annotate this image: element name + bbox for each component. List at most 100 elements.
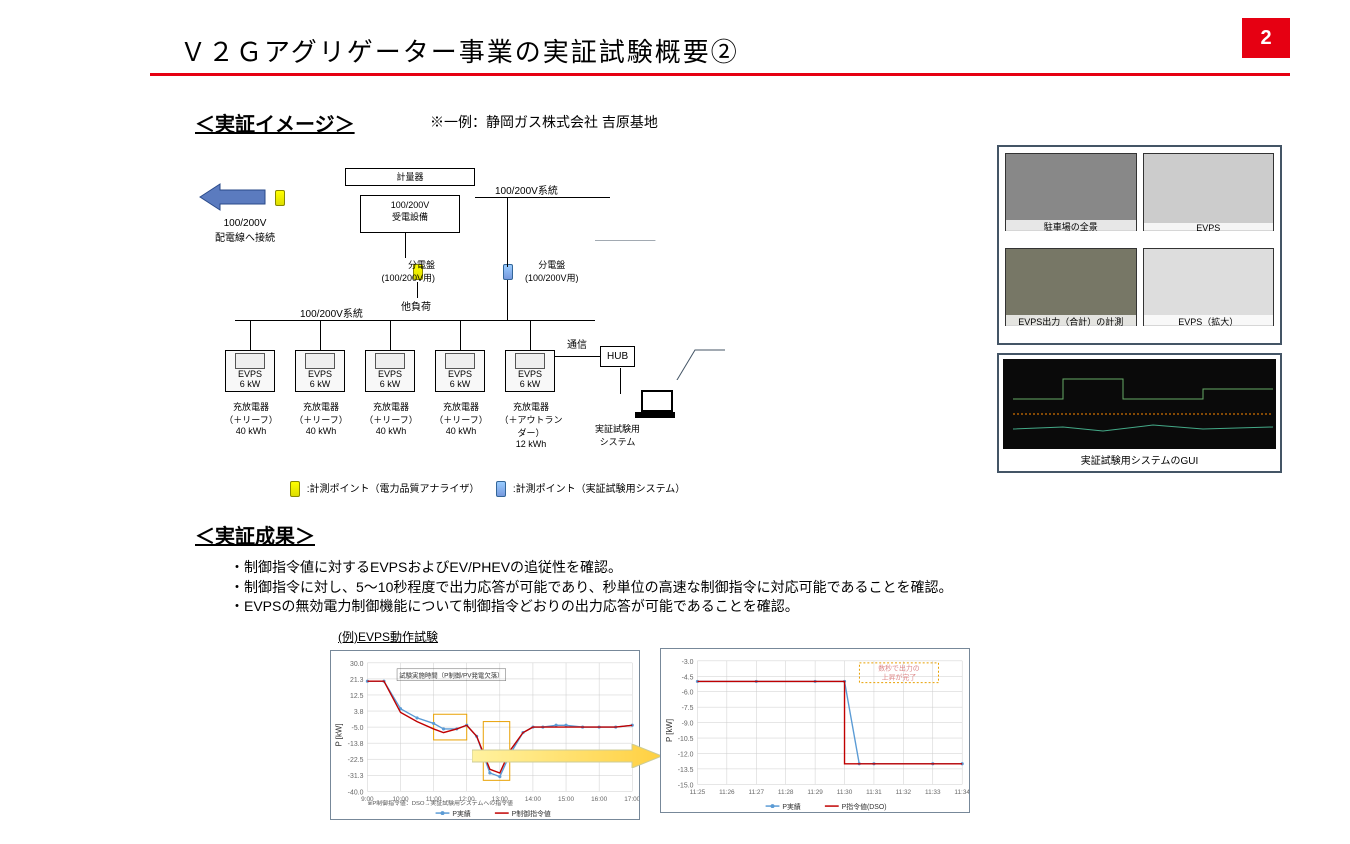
- svg-text:P実績: P実績: [452, 809, 471, 818]
- legend-yellow-text: :計測ポイント（電力品質アナライザ）: [307, 484, 480, 495]
- svg-text:P実績: P実績: [782, 802, 801, 811]
- svg-text:11:28: 11:28: [778, 789, 794, 796]
- svg-text:-12.0: -12.0: [678, 751, 694, 758]
- svg-text:11:31: 11:31: [866, 789, 882, 796]
- legend-blue-text: :計測ポイント（実証試験用システム）: [513, 484, 685, 495]
- evps-title: EVPS: [508, 369, 552, 379]
- svg-text:-31.3: -31.3: [348, 773, 364, 780]
- svg-text:P指令値(DSO): P指令値(DSO): [842, 802, 887, 811]
- gui-panel: 実証試験用システムのGUI: [997, 353, 1282, 473]
- charger-label-3: 充放電器（＋リーフ）40 kWh: [359, 400, 423, 436]
- meter-box: 計量器: [345, 168, 475, 186]
- evps-unit-2: EVPS 6 kW: [295, 350, 345, 392]
- svg-text:-13.5: -13.5: [678, 767, 694, 774]
- svg-text:P制御指令値: P制御指令値: [512, 809, 551, 818]
- evps-title: EVPS: [298, 369, 342, 379]
- svg-text:11:29: 11:29: [807, 789, 823, 796]
- bullet-item: ・EVPSの無効電力制御機能について制御指令どおりの出力応答が可能であることを確…: [230, 597, 953, 617]
- line1-label: 100/200V系統: [495, 182, 558, 197]
- svg-text:P [kW]: P [kW]: [335, 723, 344, 746]
- svg-text:14:00: 14:00: [525, 796, 541, 803]
- svg-text:15:00: 15:00: [558, 796, 574, 803]
- svg-text:11:25: 11:25: [690, 789, 706, 796]
- dist1-label: 分電盤 (100/200V用): [355, 258, 435, 284]
- system-diagram: 100/200V 配電線へ接続 計量器 100/200V 受電設備 100/20…: [195, 150, 975, 510]
- svg-text:11:30: 11:30: [837, 789, 853, 796]
- svg-text:11:32: 11:32: [896, 789, 912, 796]
- photo-cap-3: EVPS出力（合計）の計測: [1006, 315, 1136, 328]
- photo-panel: 駐車場の全景 EVPS EVPS出力（合計）の計測 EVPS（拡大）: [997, 145, 1282, 345]
- charger-label-4: 充放電器（＋リーフ）40 kWh: [429, 400, 493, 436]
- svg-text:-6.0: -6.0: [682, 690, 694, 697]
- charger-label-5: 充放電器（＋アウトランダー）12 kWh: [499, 400, 563, 449]
- svg-text:-5.0: -5.0: [352, 725, 364, 732]
- evps-power: 6 kW: [228, 379, 272, 389]
- photo-evps-zoom: EVPS（拡大）: [1143, 248, 1275, 326]
- chart-evps-full: -40.0-31.3-22.5-13.8-5.03.812.521.330.09…: [330, 650, 640, 820]
- results-bullets: ・制御指令値に対するEVPSおよびEV/PHEVの追従性を確認。・制御指令に対し…: [230, 558, 953, 617]
- bullet-item: ・制御指令値に対するEVPSおよびEV/PHEVの追従性を確認。: [230, 558, 953, 578]
- photo-cap-2: EVPS: [1144, 223, 1274, 233]
- recv-facility-box: 100/200V 受電設備: [360, 195, 460, 233]
- svg-text:21.3: 21.3: [350, 677, 364, 684]
- legend-blue-icon: [496, 481, 506, 497]
- legend-yellow-icon: [290, 481, 300, 497]
- meas-blue-icon: [503, 264, 513, 280]
- svg-text:数秒で出力の: 数秒で出力の: [878, 664, 920, 673]
- legend-row: :計測ポイント（電力品質アナライザ） :計測ポイント（実証試験用システム）: [290, 480, 685, 497]
- comm-label: 通信: [567, 336, 587, 351]
- evps-power: 6 kW: [508, 379, 552, 389]
- photo-cap-1: 駐車場の全景: [1006, 220, 1136, 233]
- grid-connect-label: 100/200V 配電線へ接続: [195, 218, 295, 244]
- svg-text:-9.0: -9.0: [682, 721, 694, 728]
- svg-text:-10.5: -10.5: [678, 736, 694, 743]
- gui-screenshot: [1003, 359, 1276, 449]
- other-load-label: 他負荷: [401, 298, 431, 313]
- page-title: Ｖ２Ｇアグリゲーター事業の実証試験概要②: [180, 32, 739, 69]
- svg-text:※P制御指令値：DSO→実証試験用システムへの指令値: ※P制御指令値：DSO→実証試験用システムへの指令値: [367, 799, 513, 807]
- svg-text:-13.8: -13.8: [348, 741, 364, 748]
- bullet-item: ・制御指令に対し、5～10秒程度で出力応答が可能であり、秒単位の高速な制御指令に…: [230, 578, 953, 598]
- evps-title: EVPS: [368, 369, 412, 379]
- svg-text:11:34: 11:34: [954, 789, 969, 796]
- hub-box: HUB: [600, 346, 635, 367]
- photo-output-meas: EVPS出力（合計）の計測: [1005, 248, 1137, 326]
- zoom-arrow-icon: [472, 744, 662, 768]
- charger-label-1: 充放電器（＋リーフ）40 kWh: [219, 400, 283, 436]
- photo-cap-4: EVPS（拡大）: [1144, 315, 1274, 328]
- svg-text:-4.5: -4.5: [682, 674, 694, 681]
- svg-text:P [kW]: P [kW]: [665, 719, 674, 742]
- evps-power: 6 kW: [438, 379, 482, 389]
- page-number-badge: 2: [1242, 18, 1290, 58]
- photo-parking: 駐車場の全景: [1005, 153, 1137, 231]
- svg-text:上昇が完了: 上昇が完了: [882, 673, 917, 682]
- svg-text:3.8: 3.8: [354, 709, 364, 716]
- svg-text:11:27: 11:27: [748, 789, 764, 796]
- svg-text:-7.5: -7.5: [682, 705, 694, 712]
- dist2-label: 分電盤 (100/200V用): [525, 258, 579, 284]
- svg-text:試験実施時間（P制御/PV発電欠落）: 試験実施時間（P制御/PV発電欠落）: [399, 671, 503, 680]
- svg-text:-3.0: -3.0: [682, 659, 694, 666]
- svg-text:30.0: 30.0: [350, 661, 364, 668]
- title-underline: [150, 73, 1290, 76]
- meas-point-yellow-icon: [275, 190, 285, 206]
- section-results-heading: ＜実証成果＞: [195, 520, 315, 549]
- svg-text:11:26: 11:26: [719, 789, 735, 796]
- charger-label-2: 充放電器（＋リーフ）40 kWh: [289, 400, 353, 436]
- evps-power: 6 kW: [368, 379, 412, 389]
- evps-title: EVPS: [228, 369, 272, 379]
- section-image-heading: ＜実証イメージ＞: [195, 108, 355, 137]
- evps-unit-5: EVPS 6 kW: [505, 350, 555, 392]
- evps-power: 6 kW: [298, 379, 342, 389]
- evps-title: EVPS: [438, 369, 482, 379]
- evps-unit-4: EVPS 6 kW: [435, 350, 485, 392]
- evps-unit-3: EVPS 6 kW: [365, 350, 415, 392]
- photo-evps: EVPS: [1143, 153, 1275, 231]
- chart-evps-zoom: -15.0-13.5-12.0-10.5-9.0-7.5-6.0-4.5-3.0…: [660, 648, 970, 813]
- svg-text:11:33: 11:33: [925, 789, 941, 796]
- gui-caption: 実証試験用システムのGUI: [1003, 452, 1276, 467]
- section-image-note: ※一例：静岡ガス株式会社 吉原基地: [430, 112, 658, 132]
- system-label: 実証試験用 システム: [595, 422, 640, 448]
- svg-text:17:00: 17:00: [624, 796, 639, 803]
- svg-text:16:00: 16:00: [591, 796, 607, 803]
